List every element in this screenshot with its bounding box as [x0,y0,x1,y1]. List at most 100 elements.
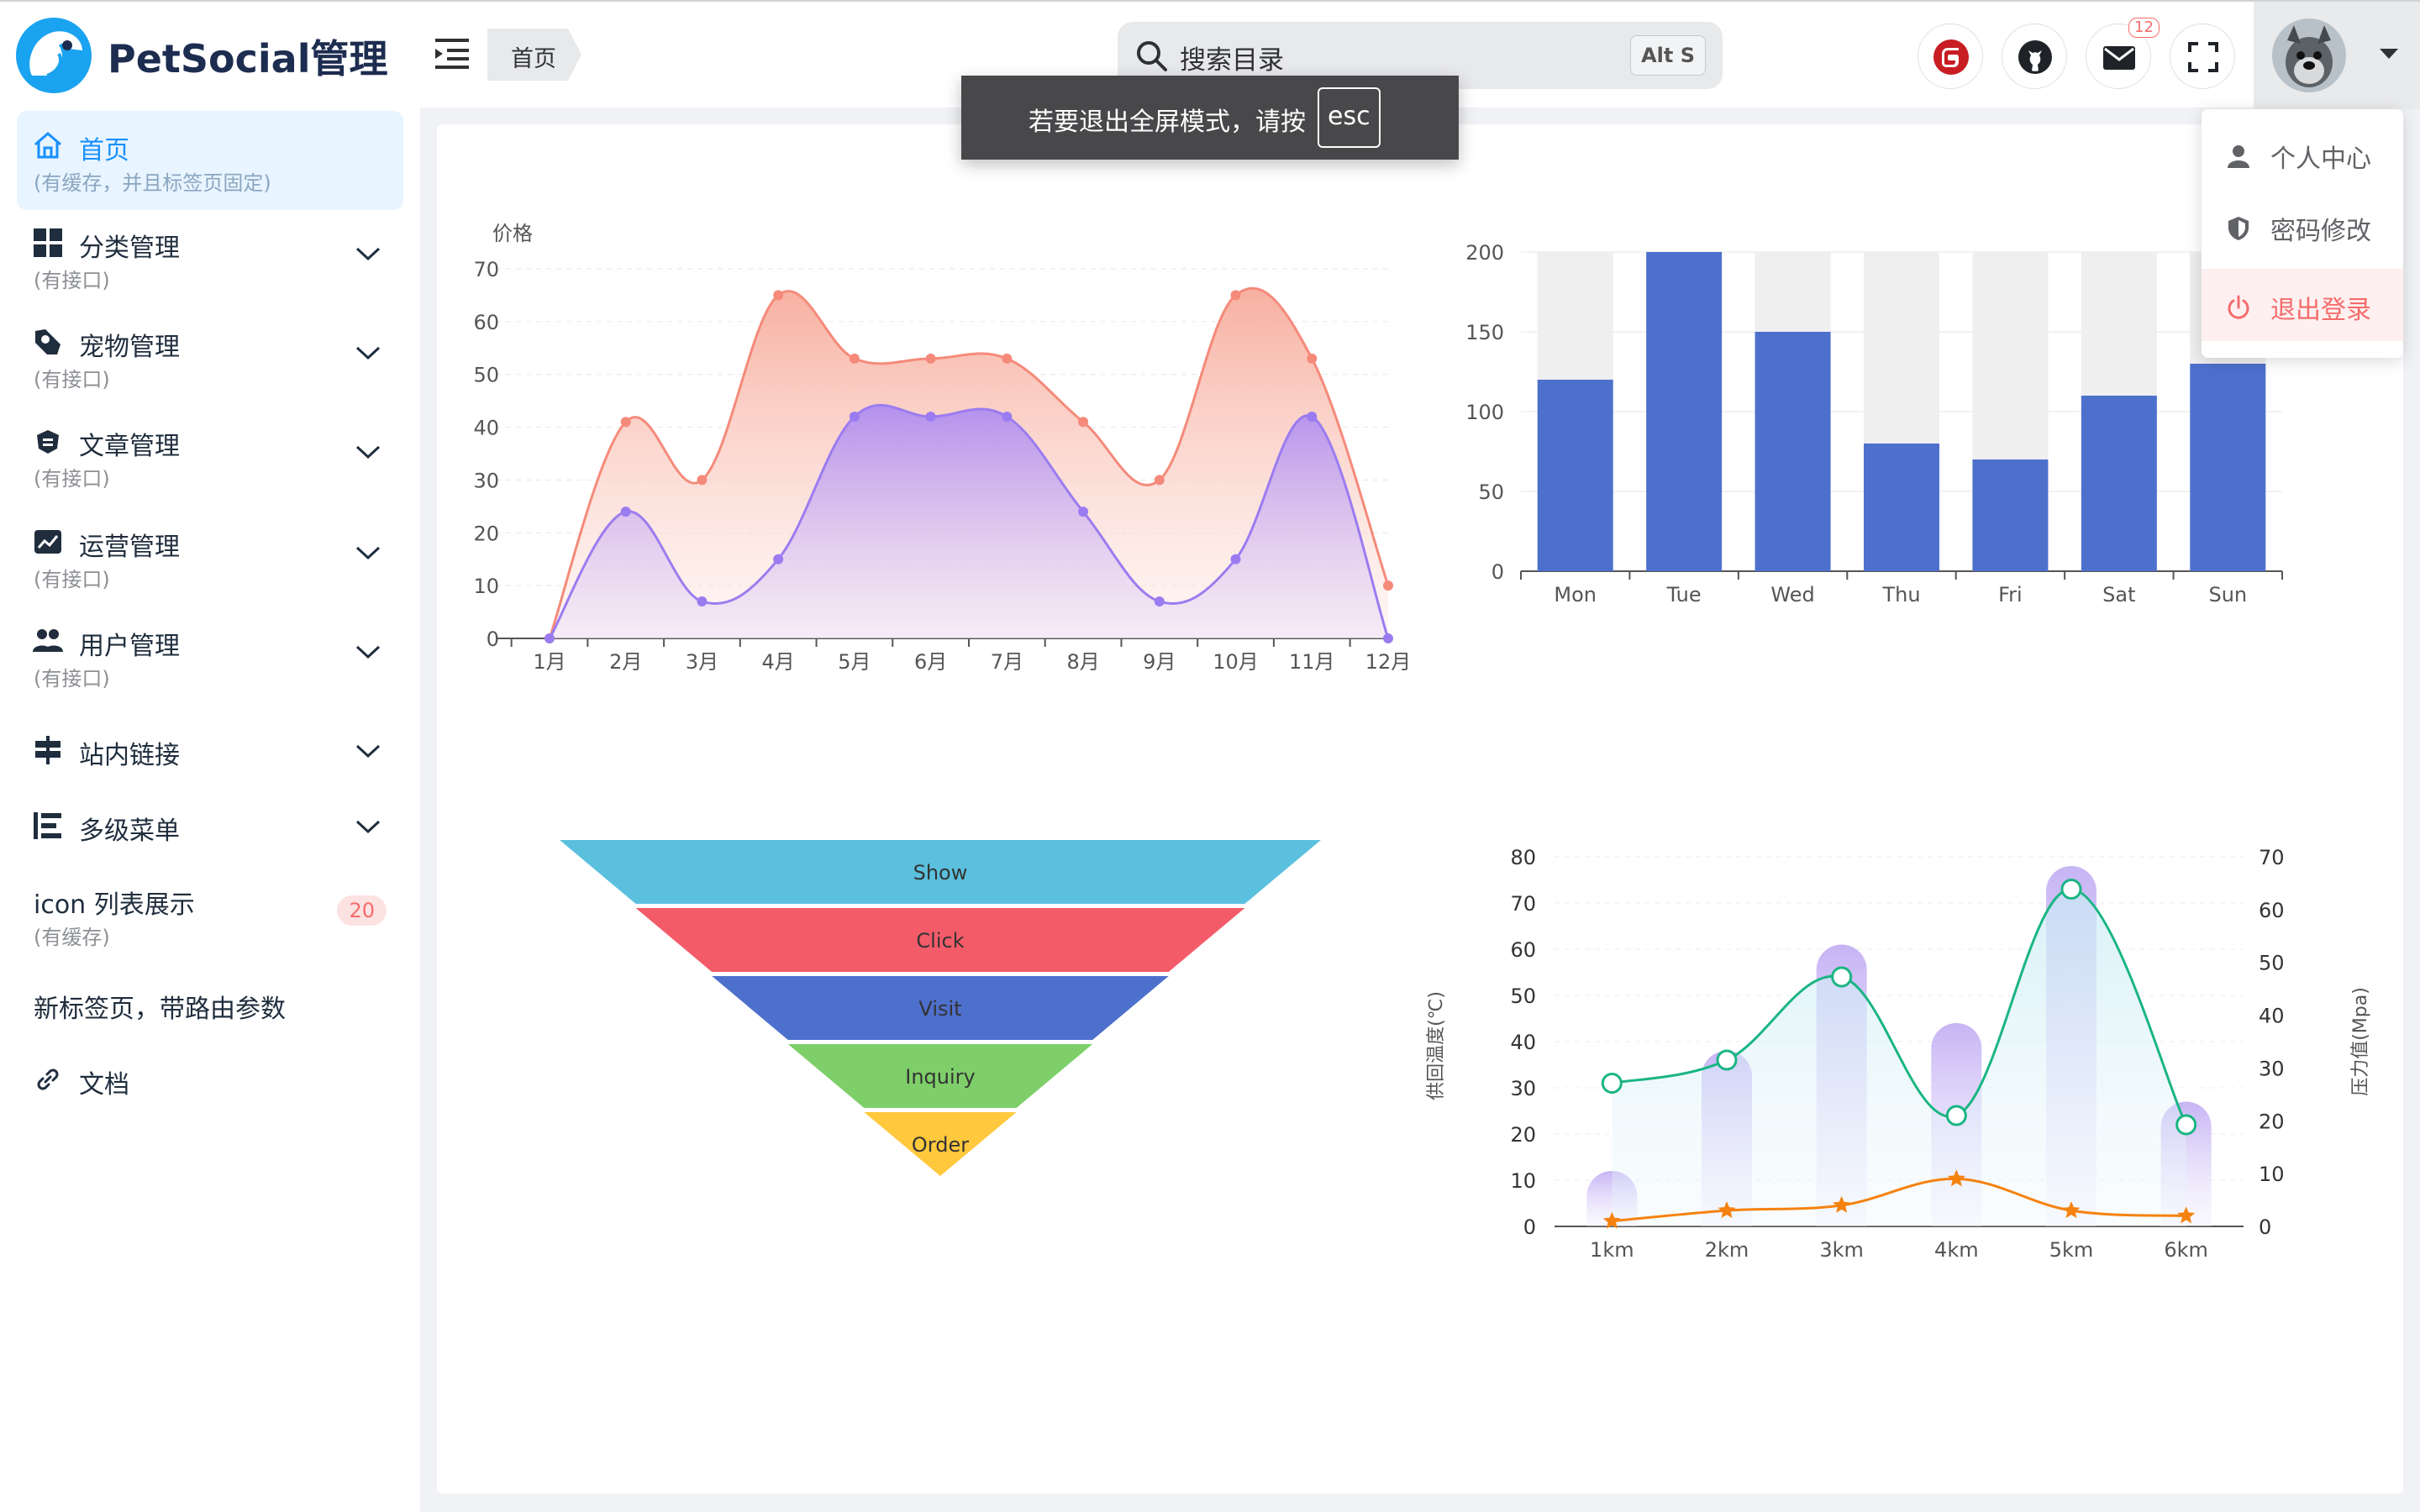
data-point [1230,554,1241,564]
shield-icon [2228,217,2249,240]
x-tick-label: 4km [1934,1238,1979,1262]
y-tick-label-left: 80 [1510,846,1536,869]
y-axis-title: 价格 [492,222,533,245]
y-tick-label-left: 40 [1510,1031,1536,1054]
funnel-label: Inquiry [905,1065,975,1089]
y-axis-title-right: 压力值(Mpa) [2350,987,2371,1096]
x-tick-label: 1km [1590,1238,1634,1262]
x-tick-label: 11月 [1289,650,1335,674]
data-point [1154,475,1165,486]
x-tick-label: Thu [1881,583,1920,606]
funnel-label: Order [912,1133,969,1157]
data-point [1230,290,1241,301]
x-tick-label: 2km [1705,1238,1749,1262]
data-point [1383,580,1393,591]
y-tick-label: 0 [1491,560,1504,584]
y-tick-label-right: 70 [2259,846,2285,869]
y-axis-title-left: 供回温度(℃) [1426,991,1447,1100]
y-tick-label-left: 10 [1510,1169,1536,1193]
x-tick-label: 10月 [1213,650,1259,674]
data-point [1154,596,1165,606]
x-tick-label: Fri [1998,583,2023,606]
funnel-label: Visit [918,997,961,1021]
data-point [544,633,555,643]
y-tick-label: 0 [487,627,499,651]
change-password-menu-item[interactable]: 密码修改 [2202,190,2403,262]
user-dropdown-menu: 个人中心 密码修改 退出登录 [2202,109,2403,358]
data-point [1307,353,1318,364]
y-tick-label: 20 [473,522,499,545]
data-point [1078,507,1089,517]
x-tick-label: 5km [2049,1238,2094,1262]
y-tick-label: 50 [473,364,499,387]
profile-menu-item[interactable]: 个人中心 [2202,118,2403,190]
y-tick-label-left: 70 [1510,892,1536,916]
x-tick-label: 12月 [1365,650,1412,674]
data-point [849,412,860,422]
data-point [2060,879,2082,900]
y-tick-label-left: 20 [1510,1123,1536,1147]
x-tick-label: Wed [1770,583,1814,606]
x-tick-label: 8月 [1066,650,1099,674]
y-tick-label: 100 [1465,401,1504,424]
x-tick-label: Mon [1554,583,1597,606]
y-tick-label-right: 10 [2259,1163,2285,1186]
y-tick-label-right: 40 [2259,1005,2285,1028]
data-point [1307,412,1318,422]
data-point [1078,417,1089,428]
data-point [773,554,784,564]
fullscreen-toast-text: 若要退出全屏模式，请按 [1028,108,1306,137]
data-point [1002,412,1013,422]
user-icon [2228,145,2249,168]
y-tick-label-right: 50 [2259,952,2285,975]
logout-menu-item[interactable]: 退出登录 [2202,269,2403,341]
y-tick-label-left: 60 [1510,938,1536,962]
bar [1754,332,1831,571]
bar [2081,396,2157,571]
y-tick-label: 60 [473,311,499,334]
funnel-label: Click [916,929,964,953]
data-point [620,507,631,517]
y-tick-label-right: 60 [2259,899,2285,922]
y-tick-label-right: 20 [2259,1110,2285,1133]
x-tick-label: Sun [2208,583,2247,606]
y-tick-label: 150 [1465,321,1504,344]
data-point [1716,1049,1738,1071]
data-point [2175,1114,2197,1136]
x-tick-label: 6月 [914,650,947,674]
power-icon [2228,295,2249,319]
y-tick-label: 40 [473,417,499,440]
bar [1972,459,2049,571]
bar [2190,364,2266,571]
y-tick-label: 50 [1478,480,1504,504]
y-tick-label: 30 [473,469,499,492]
data-point [773,290,784,301]
x-tick-label: Tue [1666,583,1702,606]
x-tick-label: 3月 [686,650,718,674]
y-tick-label-left: 30 [1510,1077,1536,1100]
y-tick-label-right: 0 [2259,1215,2271,1239]
x-tick-label: 4月 [762,650,795,674]
bar [1646,252,1723,571]
x-tick-label: Sat [2102,583,2135,606]
fullscreen-exit-toast: 若要退出全屏模式，请按 esc [961,76,1459,160]
data-point [849,353,860,364]
esc-key-hint: esc [1318,87,1381,148]
data-point [925,353,936,364]
data-point [620,417,631,428]
bar [1864,444,1939,571]
data-point [1002,353,1013,364]
menu-item-label: 退出登录 [2270,296,2371,325]
menu-item-label: 密码修改 [2270,217,2371,246]
data-point [1601,1073,1623,1094]
y-tick-label-right: 30 [2259,1057,2285,1080]
x-tick-label: 3km [1819,1238,1864,1262]
data-point [925,412,936,422]
bar [1537,380,1613,571]
data-point [1945,1105,1967,1126]
x-tick-label: 1月 [533,650,566,674]
data-point [1831,966,1853,988]
x-tick-label: 9月 [1143,650,1176,674]
menu-item-label: 个人中心 [2270,144,2371,174]
monthly-price-area-chart: 0 10 20 30 40 50 60 70 价格 1月 2月 3月 4月 5月 6月 7月 8月 9月 10月 11… [473,222,2371,1262]
